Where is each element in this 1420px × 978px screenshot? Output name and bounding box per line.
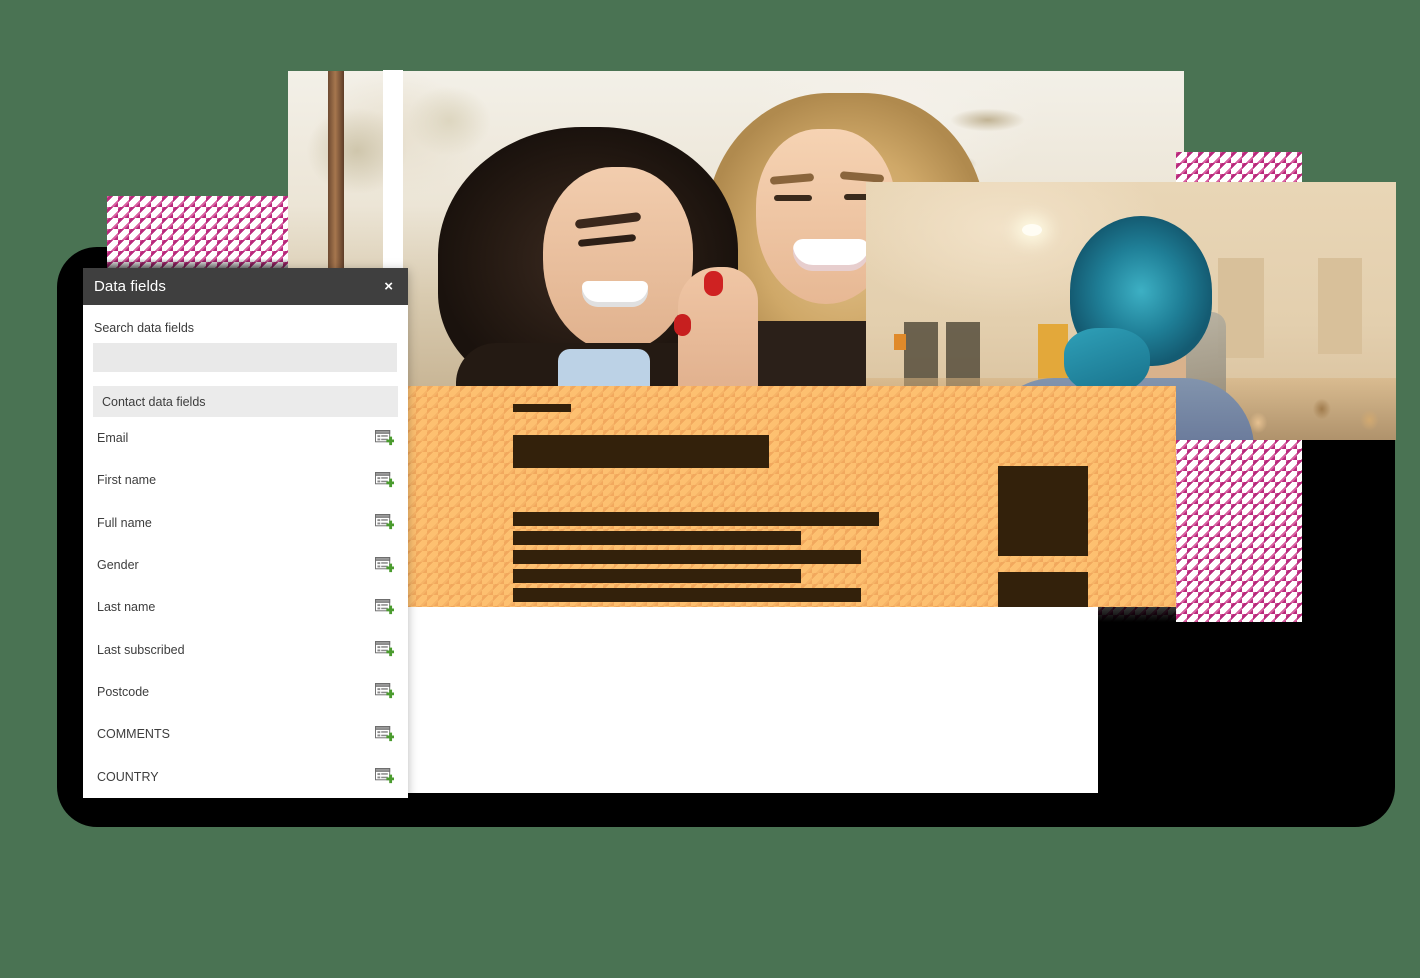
data-fields-dialog: Data fields × Search data fields Contact… bbox=[83, 268, 408, 798]
close-icon[interactable]: × bbox=[382, 279, 395, 294]
field-label: Postcode bbox=[97, 684, 150, 699]
add-data-field-icon[interactable] bbox=[375, 514, 394, 531]
add-data-field-icon[interactable] bbox=[375, 471, 394, 489]
white-page-area bbox=[383, 607, 1098, 793]
placeholder-bar bbox=[513, 531, 801, 545]
dialog-body: Search data fields Contact data fields E… bbox=[83, 305, 408, 798]
contact-data-fields-group-header: Contact data fields bbox=[93, 386, 398, 417]
field-label: COMMENTS bbox=[97, 727, 170, 742]
list-item[interactable]: COUNTRY bbox=[83, 755, 408, 797]
search-input[interactable] bbox=[93, 343, 397, 372]
placeholder-bar bbox=[513, 404, 571, 412]
field-label: Gender bbox=[97, 558, 139, 573]
list-item[interactable]: Last subscribed bbox=[83, 628, 408, 670]
list-item[interactable]: Email bbox=[83, 417, 408, 459]
placeholder-bar bbox=[513, 435, 769, 468]
dialog-title: Data fields bbox=[94, 278, 166, 295]
data-field-list: Email First name Full name Gender Last n… bbox=[83, 417, 408, 798]
list-item[interactable]: Postcode bbox=[83, 671, 408, 713]
add-data-field-icon[interactable] bbox=[375, 641, 394, 658]
field-label: First name bbox=[97, 473, 157, 488]
placeholder-bar bbox=[513, 550, 861, 564]
placeholder-bar bbox=[513, 588, 861, 602]
add-data-field-icon[interactable] bbox=[375, 768, 394, 785]
add-data-field-icon[interactable] bbox=[375, 725, 394, 743]
field-label: Last subscribed bbox=[97, 642, 185, 657]
field-label: Email bbox=[97, 431, 129, 446]
field-label: Last name bbox=[97, 600, 156, 615]
add-data-field-icon[interactable] bbox=[375, 556, 394, 574]
search-label: Search data fields bbox=[94, 321, 195, 335]
field-label: Full name bbox=[97, 515, 152, 530]
page-root: Data fields × Search data fields Contact… bbox=[0, 0, 1420, 978]
dialog-header: Data fields × bbox=[83, 268, 408, 305]
list-item[interactable]: Gender bbox=[83, 544, 408, 586]
list-item[interactable]: COMMENTS bbox=[83, 713, 408, 755]
add-data-field-icon[interactable] bbox=[375, 683, 394, 700]
list-item[interactable]: First name bbox=[83, 459, 408, 501]
placeholder-bar bbox=[513, 569, 801, 583]
list-item[interactable]: Full name bbox=[83, 502, 408, 544]
placeholder-bar bbox=[513, 512, 879, 526]
field-label: COUNTRY bbox=[97, 769, 159, 784]
add-data-field-icon[interactable] bbox=[375, 429, 394, 447]
add-data-field-icon[interactable] bbox=[375, 598, 394, 616]
placeholder-square-top bbox=[998, 466, 1088, 556]
list-item[interactable]: Last name bbox=[83, 586, 408, 628]
